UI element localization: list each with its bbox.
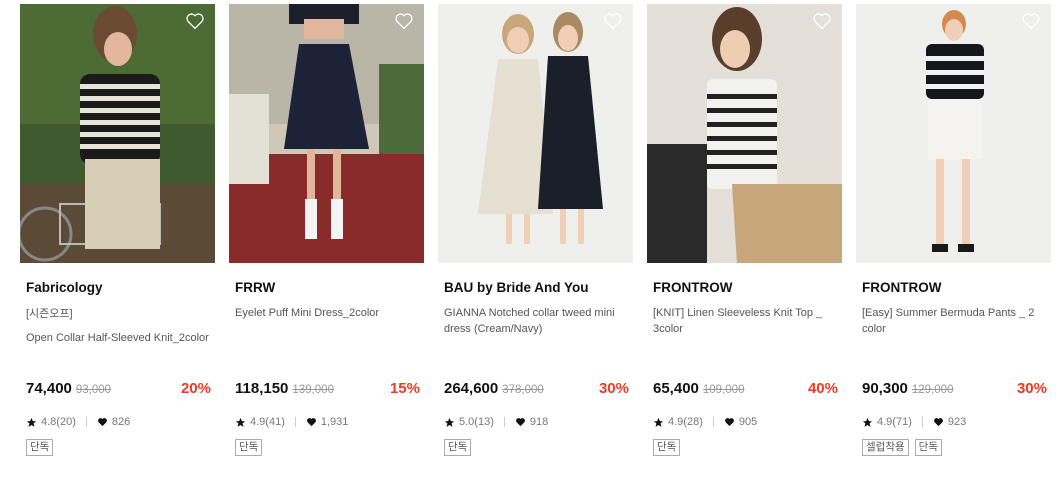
wishlist-heart-icon[interactable] [1021, 12, 1041, 30]
exclusive-tag: 단독 [26, 439, 54, 456]
like-count: 1,931 [320, 416, 349, 428]
discount-rate: 30% [598, 380, 629, 397]
tag-list: 단독 [444, 439, 472, 456]
product-image[interactable] [438, 4, 633, 263]
heart-filled-icon [306, 418, 316, 427]
divider [294, 417, 296, 427]
product-card[interactable]: BAU by Bride And You GIANNA Notched coll… [438, 4, 633, 474]
wishlist-heart-icon[interactable] [185, 12, 205, 30]
price-row: 74,400 93,000 20% [26, 380, 211, 400]
product-card[interactable]: FRRW Eyelet Puff Mini Dress_2color 118,1… [229, 4, 424, 474]
product-name[interactable]: Open Collar Half-Sleeved Knit_2color [26, 330, 212, 346]
heart-filled-icon [97, 418, 107, 427]
wishlist-heart-icon[interactable] [394, 12, 414, 30]
rating-likes: 4.9(71) 923 [862, 415, 966, 429]
wishlist-heart-icon[interactable] [812, 12, 832, 30]
star-icon [862, 417, 873, 427]
original-price: 378,000 [502, 384, 544, 396]
tag-list: 셀럽착용 단독 [862, 439, 942, 456]
brand-name[interactable]: BAU by Bride And You [444, 280, 589, 295]
sale-price: 90,300 [862, 380, 908, 397]
star-icon [653, 417, 664, 427]
product-name[interactable]: [Easy] Summer Bermuda Pants _ 2 color [862, 305, 1048, 337]
discount-rate: 30% [1016, 380, 1047, 397]
brand-name[interactable]: FRONTROW [862, 280, 941, 295]
tag-list: 단독 [26, 439, 54, 456]
wishlist-heart-icon[interactable] [603, 12, 623, 30]
rating-likes: 4.8(20) 826 [26, 415, 130, 429]
sale-price: 264,600 [444, 380, 499, 397]
sale-price: 74,400 [26, 380, 72, 397]
promo-label: [시즌오프] [26, 308, 73, 320]
star-icon [235, 417, 246, 427]
original-price: 109,000 [702, 384, 745, 396]
rating-likes: 5.0(13) 918 [444, 415, 548, 429]
like-count: 826 [111, 416, 131, 428]
product-name[interactable]: Eyelet Puff Mini Dress_2color [235, 305, 421, 321]
sale-price: 118,150 [235, 380, 289, 397]
rating-value: 5.0(13) [459, 416, 494, 428]
rating-value: 4.9(28) [668, 416, 703, 428]
product-card[interactable]: FRONTROW [Easy] Summer Bermuda Pants _ 2… [856, 4, 1051, 474]
heart-filled-icon [724, 418, 734, 427]
divider [921, 417, 923, 427]
like-count: 905 [738, 416, 758, 428]
star-icon [26, 417, 37, 427]
heart-filled-icon [933, 418, 943, 427]
price-row: 264,600 378,000 30% [444, 380, 629, 400]
divider [712, 417, 714, 427]
exclusive-tag: 단독 [653, 439, 681, 456]
heart-filled-icon [515, 418, 525, 427]
rating-value: 4.9(41) [250, 416, 285, 428]
exclusive-tag: 단독 [444, 439, 472, 456]
tag-list: 단독 [653, 439, 681, 456]
product-card[interactable]: Fabricology [시즌오프] Open Collar Half-Slee… [20, 4, 215, 474]
tag-list: 단독 [235, 439, 263, 456]
star-icon [444, 417, 455, 427]
original-price: 139,000 [292, 384, 334, 396]
divider [85, 417, 87, 427]
price-row: 90,300 129,000 30% [862, 380, 1047, 400]
rating-value: 4.8(20) [41, 416, 76, 428]
brand-name[interactable]: Fabricology [26, 280, 103, 295]
discount-rate: 40% [807, 380, 838, 397]
divider [503, 417, 505, 427]
sale-price: 65,400 [653, 380, 699, 397]
product-name[interactable]: [KNIT] Linen Sleeveless Knit Top _ 3colo… [653, 305, 839, 337]
brand-name[interactable]: FRRW [235, 280, 275, 295]
product-grid: Fabricology [시즌오프] Open Collar Half-Slee… [0, 0, 1059, 484]
discount-rate: 20% [180, 380, 211, 397]
like-count: 923 [947, 416, 967, 428]
rating-likes: 4.9(28) 905 [653, 415, 757, 429]
price-row: 65,400 109,000 40% [653, 380, 838, 400]
product-image[interactable] [856, 4, 1051, 263]
rating-value: 4.9(71) [877, 416, 912, 428]
discount-rate: 15% [389, 380, 420, 397]
price-row: 118,150 139,000 15% [235, 380, 420, 400]
product-card[interactable]: FRONTROW [KNIT] Linen Sleeveless Knit To… [647, 4, 842, 474]
celeb-worn-tag: 셀럽착용 [862, 439, 909, 456]
rating-likes: 4.9(41) 1,931 [235, 415, 348, 429]
original-price: 93,000 [75, 384, 112, 396]
brand-name[interactable]: FRONTROW [653, 280, 732, 295]
original-price: 129,000 [911, 384, 954, 396]
product-name[interactable]: GIANNA Notched collar tweed mini dress (… [444, 305, 630, 337]
exclusive-tag: 단독 [235, 439, 263, 456]
product-image[interactable] [647, 4, 842, 263]
exclusive-tag: 단독 [914, 439, 942, 456]
like-count: 918 [529, 416, 549, 428]
product-image[interactable] [20, 4, 215, 263]
product-image[interactable] [229, 4, 424, 263]
